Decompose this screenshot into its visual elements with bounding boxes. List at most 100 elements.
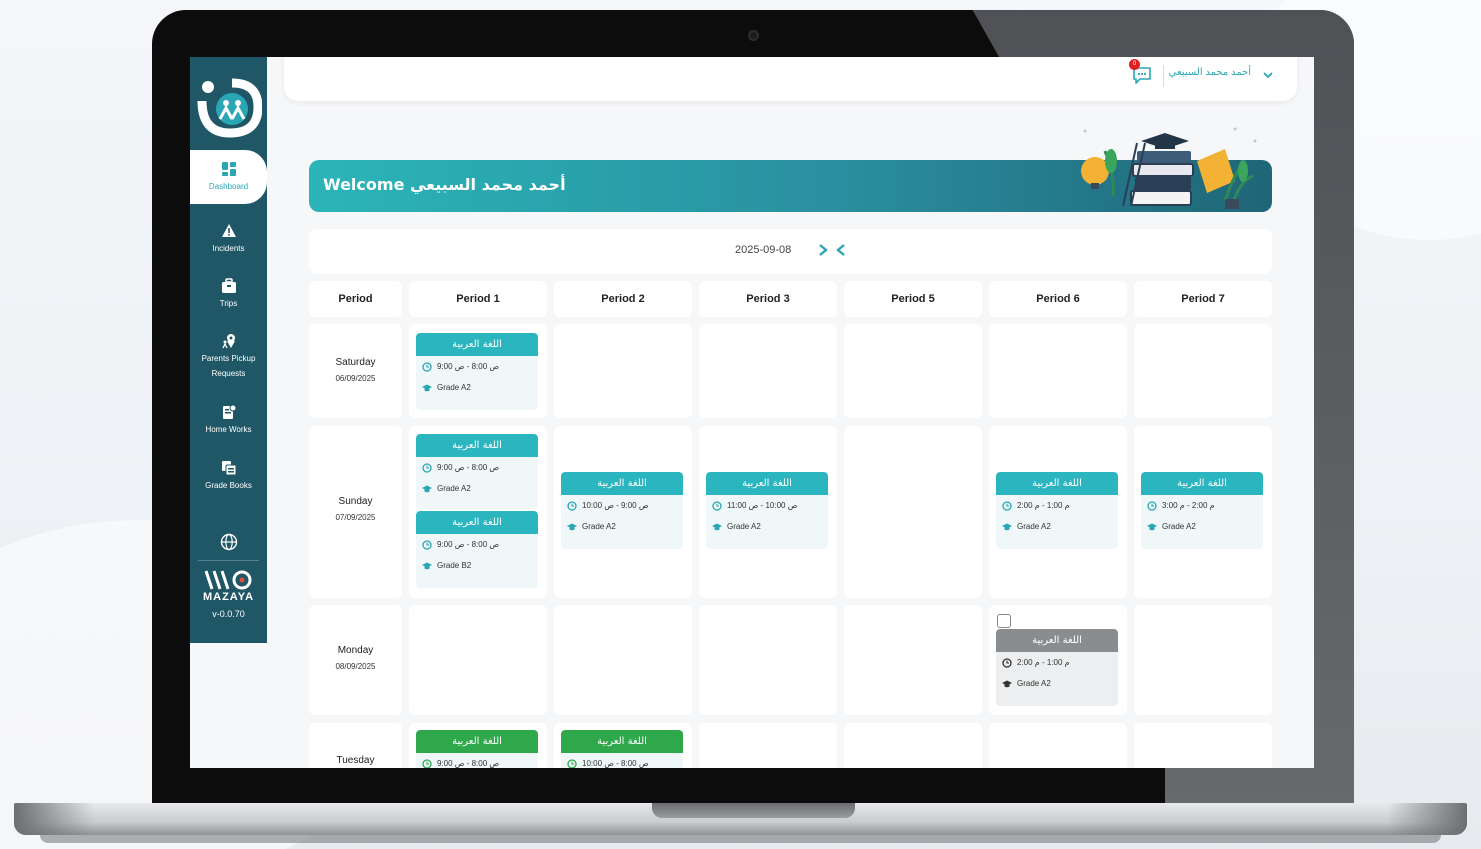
sidebar-item-label: Grade Books [205, 481, 252, 490]
lesson-card[interactable]: اللغة العربية ص 8:00 - ص 9:00 [416, 730, 538, 768]
graduation-cap-icon [567, 523, 577, 531]
lesson-grade: Grade A2 [1162, 522, 1196, 531]
sidebar-item-label: Parents Pickup Requests [201, 354, 256, 378]
column-header: Period 7 [1134, 281, 1272, 317]
schedule-cell [699, 605, 837, 715]
lesson-subject: اللغة العربية [416, 333, 538, 356]
app-version: v-0.0.70 [212, 609, 245, 619]
top-header: أحمد محمد السبيعي 0 [284, 57, 1297, 101]
lesson-card[interactable]: اللغة العربية م 2:00 - م 3:00 Grade A2 [1141, 472, 1263, 549]
clock-icon [422, 463, 432, 473]
lesson-time: ص 10:00 - ص 11:00 [727, 501, 798, 510]
lesson-card[interactable]: اللغة العربية ص 8:00 - ص 9:00 Grade B2 [416, 511, 538, 588]
lesson-subject: اللغة العربية [996, 472, 1118, 495]
graduation-cap-icon [422, 384, 432, 392]
gradebook-icon [221, 461, 236, 476]
lesson-card[interactable]: اللغة العربية ص 9:00 - ص 10:00 Grade A2 [561, 472, 683, 549]
lesson-grade: Grade A2 [1017, 679, 1051, 688]
schedule-cell [844, 324, 982, 418]
day-cell-saturday: Saturday 06/09/2025 [309, 324, 402, 418]
lesson-subject: اللغة العربية [1141, 472, 1263, 495]
chevron-right-icon[interactable] [817, 243, 829, 257]
clock-icon [422, 362, 432, 372]
schedule-cell [554, 324, 692, 418]
clock-icon [1002, 501, 1012, 511]
app-screen: Dashboard Incidents Trips Parents Pickup… [190, 57, 1314, 768]
graduation-cap-icon [422, 485, 432, 493]
sidebar-item-trips[interactable]: Trips [190, 278, 267, 311]
sidebar-divider [198, 560, 259, 561]
user-name-menu[interactable]: أحمد محمد السبيعي [1169, 67, 1251, 78]
lesson-time: م 2:00 - م 3:00 [1162, 501, 1215, 510]
laptop-notch [652, 803, 855, 818]
lesson-time: ص 8:00 - ص 10:00 [582, 759, 649, 768]
sidebar-item-label: Home Works [205, 425, 252, 434]
day-name: Tuesday [336, 755, 375, 766]
lesson-grade: Grade A2 [727, 522, 761, 531]
lesson-time: ص 8:00 - ص 9:00 [437, 540, 500, 549]
welcome-text: Welcome أحمد محمد السبيعي [323, 175, 566, 194]
laptop-base-shade [1387, 803, 1467, 835]
schedule-cell [699, 324, 837, 418]
column-header: Period 3 [699, 281, 837, 317]
lesson-grade: Grade B2 [437, 561, 472, 570]
sidebar-item-incidents[interactable]: Incidents [190, 223, 267, 256]
lesson-time: ص 8:00 - ص 9:00 [437, 362, 500, 371]
column-header: Period 6 [989, 281, 1127, 317]
lesson-subject: اللغة العربية [416, 434, 538, 457]
day-date: 07/09/2025 [335, 513, 376, 522]
schedule-cell [1134, 723, 1272, 768]
lesson-grade: Grade A2 [1017, 522, 1051, 531]
schedule-cell [989, 324, 1127, 418]
sidebar-item-parents-pickup[interactable]: Parents Pickup Requests [190, 333, 267, 381]
clock-icon [567, 501, 577, 511]
lesson-card[interactable]: اللغة العربية ص 8:00 - ص 9:00 Grade A2 [416, 333, 538, 410]
lesson-grade: Grade A2 [437, 484, 471, 493]
sidebar: Dashboard Incidents Trips Parents Pickup… [190, 57, 267, 643]
sidebar-item-home-works[interactable]: Home Works [190, 404, 267, 437]
notification-badge: 0 [1129, 59, 1140, 70]
lesson-checkbox[interactable] [997, 614, 1011, 628]
lesson-subject: اللغة العربية [561, 472, 683, 495]
globe-icon[interactable] [220, 533, 238, 551]
lesson-subject: اللغة العربية [706, 472, 828, 495]
graduation-cap-icon [1147, 523, 1157, 531]
day-name: Monday [337, 645, 374, 656]
lesson-card[interactable]: اللغة العربية ص 8:00 - ص 10:00 [561, 730, 683, 768]
current-date: 2025-09-08 [735, 244, 792, 256]
sidebar-item-label: Dashboard [208, 182, 249, 191]
lesson-card[interactable]: اللغة العربية م 1:00 - م 2:00 Grade A2 [996, 472, 1118, 549]
schedule-cell [409, 605, 547, 715]
pickup-location-icon [221, 334, 235, 349]
brand-name: MAZAYA [202, 591, 255, 603]
lesson-subject: اللغة العربية [416, 511, 538, 534]
chevron-left-icon[interactable] [835, 243, 847, 257]
lesson-grade: Grade A2 [582, 522, 616, 531]
column-header: Period [309, 281, 402, 317]
column-header: Period 5 [844, 281, 982, 317]
day-date: 08/09/2025 [335, 662, 376, 671]
clock-icon [567, 759, 577, 768]
graduation-cap-icon [1002, 680, 1012, 688]
lesson-time: م 1:00 - م 2:00 [1017, 501, 1070, 510]
clock-icon [712, 501, 722, 511]
clock-icon [422, 759, 432, 768]
books-illustration-icon [1081, 127, 1257, 209]
day-cell-sunday: Sunday 07/09/2025 [309, 426, 402, 598]
clock-icon [422, 540, 432, 550]
briefcase-icon [221, 278, 236, 293]
day-name: Saturday [335, 357, 376, 368]
sidebar-item-grade-books[interactable]: Grade Books [190, 460, 267, 493]
chevron-down-icon[interactable] [1262, 69, 1274, 81]
lesson-card[interactable]: اللغة العربية ص 10:00 - ص 11:00 Grade A2 [706, 472, 828, 549]
mazaya-logo-icon [204, 570, 252, 590]
day-cell-tuesday: Tuesday [309, 723, 402, 768]
schedule-cell [554, 605, 692, 715]
lesson-card[interactable]: اللغة العربية م 1:00 - م 2:00 Grade A2 [996, 629, 1118, 706]
sidebar-item-dashboard[interactable]: Dashboard [190, 150, 267, 204]
clock-icon [1002, 658, 1012, 668]
clock-icon [1147, 501, 1157, 511]
column-header: Period 1 [409, 281, 547, 317]
lesson-card[interactable]: اللغة العربية ص 8:00 - ص 9:00 Grade A2 [416, 434, 538, 509]
graduation-cap-icon [422, 562, 432, 570]
